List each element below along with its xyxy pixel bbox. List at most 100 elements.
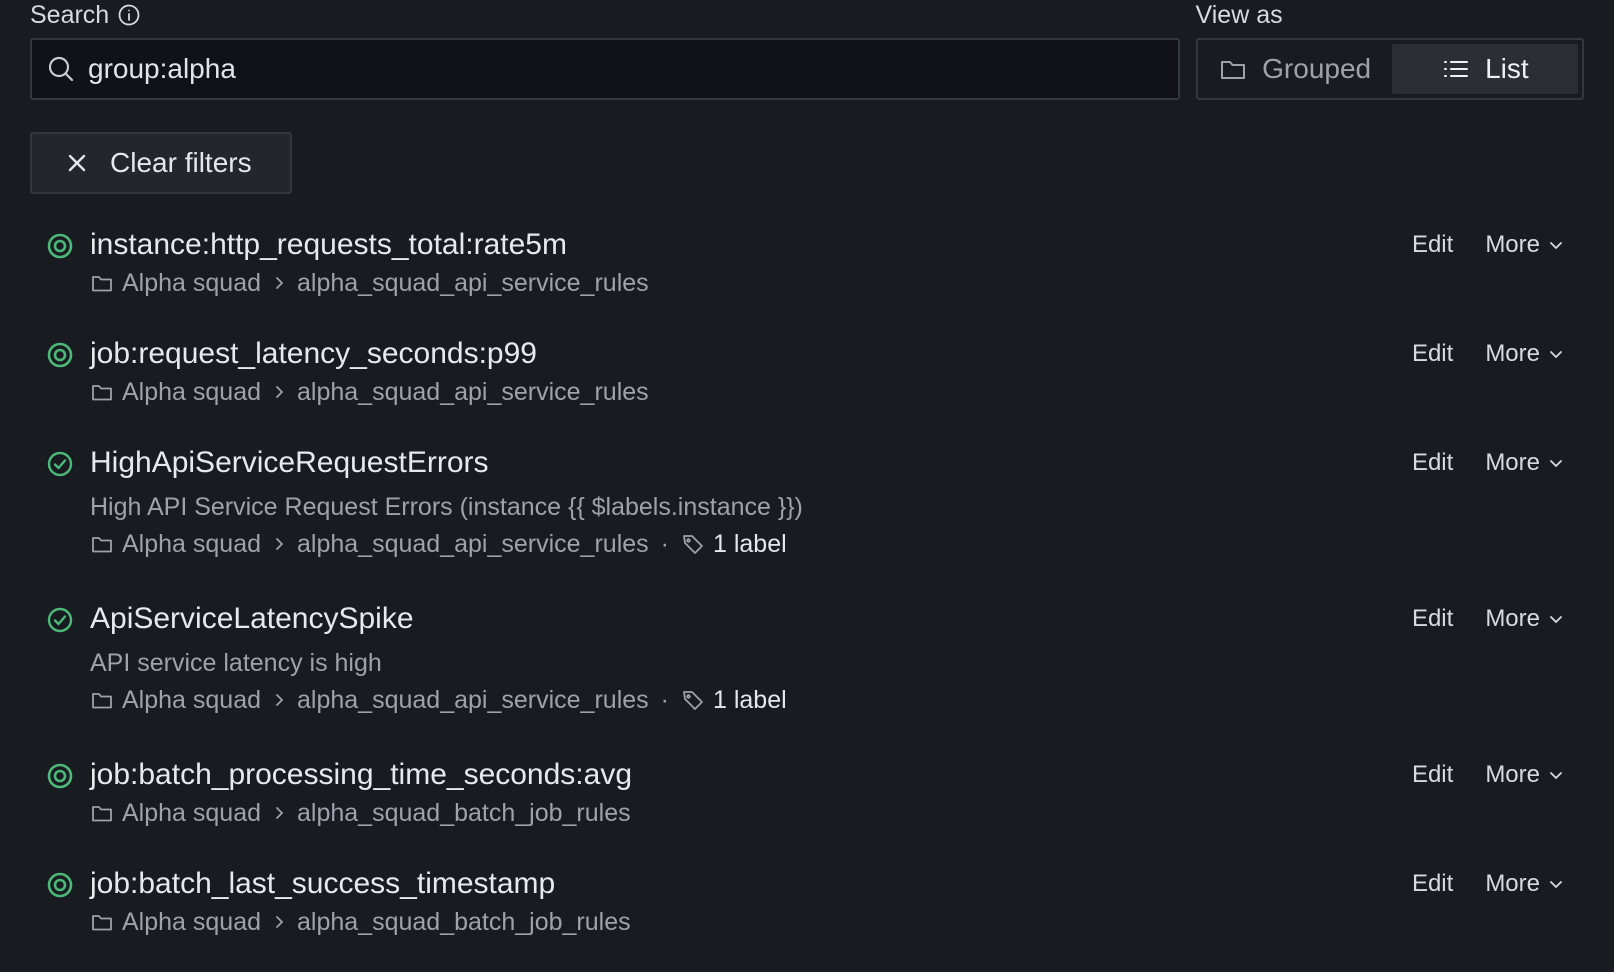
chevron-down-icon — [1548, 455, 1564, 471]
edit-button[interactable]: Edit — [1412, 870, 1453, 898]
chevron-right-icon — [271, 536, 287, 552]
search-label: Search — [30, 1, 110, 29]
rule-title[interactable]: HighApiServiceRequestErrors — [90, 440, 489, 486]
view-list-option[interactable]: List — [1391, 44, 1578, 94]
clear-filters-button[interactable]: Clear filters — [30, 132, 292, 194]
edit-button[interactable]: Edit — [1412, 340, 1453, 368]
tag-icon — [681, 688, 705, 712]
more-button[interactable]: More — [1485, 449, 1564, 477]
close-icon — [66, 152, 88, 174]
rule-summary: High API Service Request Errors (instanc… — [90, 493, 803, 521]
folder-icon — [90, 688, 114, 712]
chevron-down-icon — [1548, 611, 1564, 627]
edit-button[interactable]: Edit — [1412, 231, 1453, 259]
more-label: More — [1485, 605, 1540, 632]
search-icon — [46, 54, 76, 84]
rule-actions: Edit More — [1412, 440, 1564, 486]
rule-location: Alpha squad alpha_squad_api_service_rule… — [90, 266, 649, 300]
rule-group[interactable]: alpha_squad_api_service_rules — [297, 266, 649, 300]
recording-rule-icon — [46, 341, 74, 369]
rule-location: Alpha squad alpha_squad_api_service_rule… — [90, 683, 787, 717]
rule-actions: Edit More — [1412, 752, 1564, 798]
more-button[interactable]: More — [1485, 231, 1564, 259]
folder-icon — [90, 532, 114, 556]
view-grouped-option[interactable]: Grouped — [1202, 44, 1388, 94]
view-grouped-label: Grouped — [1262, 53, 1372, 84]
info-icon[interactable] — [117, 3, 141, 27]
rule-title[interactable]: ApiServiceLatencySpike — [90, 596, 414, 642]
rule-actions: Edit More — [1412, 596, 1564, 642]
more-button[interactable]: More — [1485, 870, 1564, 898]
more-label: More — [1485, 231, 1540, 258]
edit-button[interactable]: Edit — [1412, 605, 1453, 633]
more-button[interactable]: More — [1485, 605, 1564, 633]
rule-location: Alpha squad alpha_squad_api_service_rule… — [90, 375, 649, 409]
rule-folder[interactable]: Alpha squad — [122, 796, 261, 830]
view-as-section: View as Grouped List — [1195, 0, 1584, 100]
view-as-toggle: Grouped List — [1195, 38, 1584, 100]
rule-folder[interactable]: Alpha squad — [122, 905, 261, 939]
filter-bar: Search V — [30, 0, 1584, 100]
chevron-right-icon — [271, 805, 287, 821]
more-button[interactable]: More — [1485, 340, 1564, 368]
rule-folder[interactable]: Alpha squad — [122, 266, 261, 300]
recording-rule-icon — [46, 871, 74, 899]
folder-icon — [90, 271, 114, 295]
rule-folder[interactable]: Alpha squad — [122, 527, 261, 561]
folder-icon — [90, 380, 114, 404]
folder-icon — [1218, 54, 1248, 84]
edit-button[interactable]: Edit — [1412, 449, 1453, 477]
check-circle-icon — [46, 606, 74, 634]
search-input[interactable] — [88, 53, 1164, 85]
rule-group[interactable]: alpha_squad_api_service_rules — [297, 375, 649, 409]
rule-actions: Edit More — [1412, 331, 1564, 377]
chevron-right-icon — [271, 275, 287, 291]
recording-rule-icon — [46, 762, 74, 790]
rule-title[interactable]: job:batch_last_success_timestamp — [90, 861, 555, 907]
rule-summary: API service latency is high — [90, 649, 382, 677]
edit-button[interactable]: Edit — [1412, 761, 1453, 789]
search-label-row: Search — [30, 0, 1180, 30]
more-button[interactable]: More — [1485, 761, 1564, 789]
chevron-right-icon — [271, 384, 287, 400]
chevron-down-icon — [1548, 876, 1564, 892]
rule-folder[interactable]: Alpha squad — [122, 683, 261, 717]
rule-actions: Edit More — [1412, 222, 1564, 268]
search-section: Search — [30, 0, 1180, 100]
more-label: More — [1485, 449, 1540, 476]
rule-location: Alpha squad alpha_squad_batch_job_rules — [90, 796, 631, 830]
separator-dot: · — [660, 686, 669, 714]
rule-location: Alpha squad alpha_squad_api_service_rule… — [90, 527, 787, 561]
list-icon — [1441, 54, 1471, 84]
view-list-label: List — [1485, 53, 1529, 84]
rule-group[interactable]: alpha_squad_batch_job_rules — [297, 796, 631, 830]
chevron-down-icon — [1548, 767, 1564, 783]
view-as-label: View as — [1195, 1, 1283, 29]
rule-group[interactable]: alpha_squad_api_service_rules — [297, 683, 649, 717]
folder-icon — [90, 910, 114, 934]
more-label: More — [1485, 761, 1540, 788]
rule-folder[interactable]: Alpha squad — [122, 375, 261, 409]
search-field[interactable] — [30, 38, 1180, 100]
rule-group[interactable]: alpha_squad_batch_job_rules — [297, 905, 631, 939]
chevron-down-icon — [1548, 346, 1564, 362]
rule-title[interactable]: job:batch_processing_time_seconds:avg — [90, 752, 632, 798]
rule-list-page: Search V — [0, 0, 1614, 972]
rule-title[interactable]: job:request_latency_seconds:p99 — [90, 331, 537, 377]
rule-group[interactable]: alpha_squad_api_service_rules — [297, 527, 649, 561]
labels-count[interactable]: 1 label — [713, 683, 787, 717]
rule-actions: Edit More — [1412, 861, 1564, 907]
folder-icon — [90, 801, 114, 825]
more-label: More — [1485, 340, 1540, 367]
more-label: More — [1485, 870, 1540, 897]
rule-title[interactable]: instance:http_requests_total:rate5m — [90, 222, 567, 268]
separator-dot: · — [660, 530, 669, 558]
rule-location: Alpha squad alpha_squad_batch_job_rules — [90, 905, 631, 939]
clear-filters-label: Clear filters — [110, 147, 252, 178]
chevron-down-icon — [1548, 237, 1564, 253]
check-circle-icon — [46, 450, 74, 478]
tag-icon — [681, 532, 705, 556]
chevron-right-icon — [271, 914, 287, 930]
labels-count[interactable]: 1 label — [713, 527, 787, 561]
chevron-right-icon — [271, 692, 287, 708]
